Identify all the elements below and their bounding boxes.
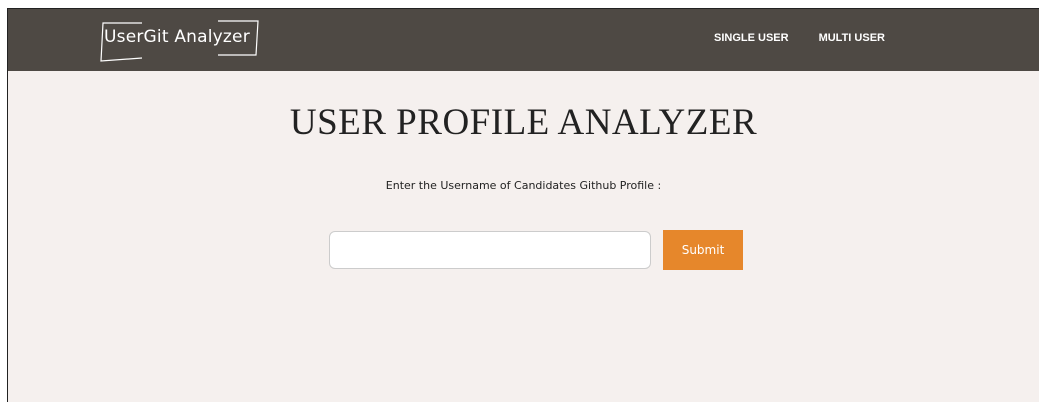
- username-input[interactable]: [329, 231, 651, 269]
- nav-single-user[interactable]: SINGLE USER: [714, 32, 789, 44]
- username-form: Submit: [329, 230, 743, 270]
- nav-links: SINGLE USER MULTI USER: [714, 32, 885, 44]
- app-window: UserGit Analyzer SINGLE USER MULTI USER …: [7, 8, 1039, 402]
- nav-multi-user[interactable]: MULTI USER: [819, 32, 885, 44]
- page-title: USER PROFILE ANALYZER: [289, 102, 758, 143]
- navbar: UserGit Analyzer SINGLE USER MULTI USER: [8, 9, 1039, 71]
- logo[interactable]: UserGit Analyzer: [98, 17, 266, 63]
- submit-button[interactable]: Submit: [663, 230, 743, 270]
- logo-text: UserGit Analyzer: [104, 27, 250, 47]
- username-prompt: Enter the Username of Candidates Github …: [385, 179, 662, 192]
